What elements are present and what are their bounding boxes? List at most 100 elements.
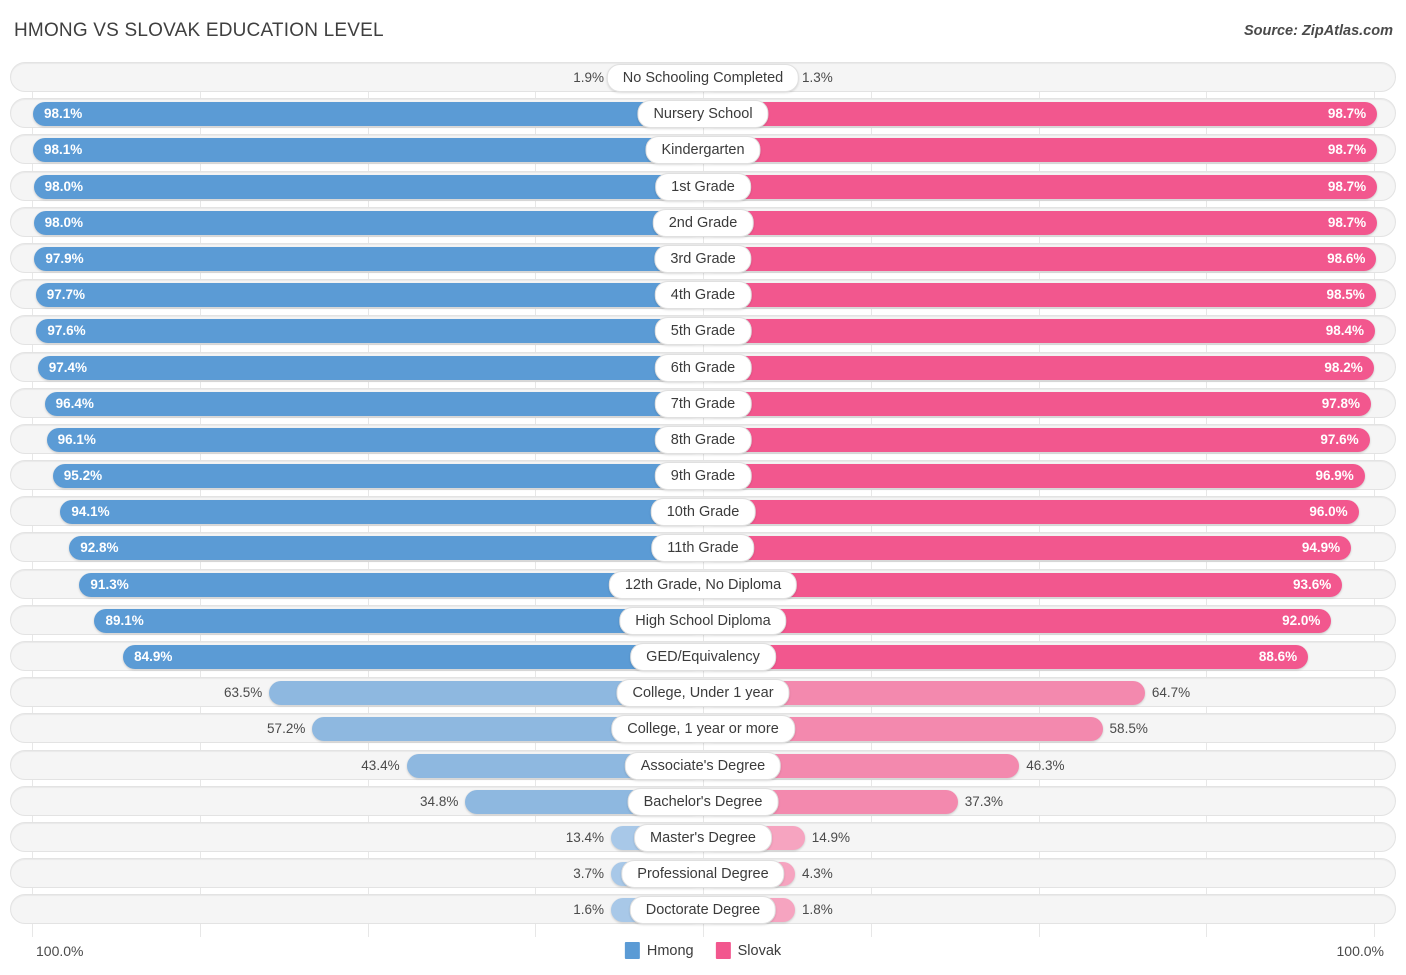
category-label[interactable]: Kindergarten: [645, 136, 761, 165]
legend-swatch-icon: [624, 942, 640, 959]
page-title: HMONG VS SLOVAK EDUCATION LEVEL: [14, 20, 384, 41]
chart-header: HMONG VS SLOVAK EDUCATION LEVEL Source: …: [0, 0, 1406, 58]
bar-value-hmong: 94.1%: [71, 504, 110, 520]
category-label[interactable]: Bachelor's Degree: [627, 787, 779, 816]
bar-hmong[interactable]: 89.1%: [94, 608, 703, 633]
legend-item-slovak[interactable]: Slovak: [715, 942, 782, 959]
bar-value-hmong: 98.1%: [43, 142, 83, 158]
bar-hmong[interactable]: 96.4%: [44, 391, 703, 416]
bar-hmong[interactable]: 95.2%: [52, 464, 703, 489]
bar-value-hmong: 97.9%: [45, 250, 84, 266]
bar-value-slovak: 93.6%: [1293, 576, 1332, 592]
bar-value-hmong: 91.3%: [90, 576, 129, 592]
bar-slovak[interactable]: 92.0%: [703, 608, 1332, 633]
bar-hmong[interactable]: 98.1%: [32, 138, 703, 163]
bar-hmong[interactable]: 98.0%: [33, 210, 703, 235]
bar-hmong[interactable]: 84.9%: [123, 645, 703, 669]
chart-row: 97.7% 98.5% 4th Grade: [0, 279, 1406, 310]
row-half-right: 14.9%: [703, 823, 1395, 853]
category-label[interactable]: 6th Grade: [654, 353, 752, 382]
category-label[interactable]: Master's Degree: [634, 823, 772, 852]
bar-slovak[interactable]: 93.6%: [703, 572, 1343, 597]
bar-value-slovak: 98.4%: [1325, 323, 1365, 339]
row-half-left: 96.1%: [11, 425, 703, 455]
category-label[interactable]: 5th Grade: [654, 317, 752, 346]
category-label[interactable]: Professional Degree: [621, 860, 785, 889]
row-half-right: 98.7%: [703, 208, 1395, 238]
row-half-left: 98.0%: [11, 208, 703, 238]
bar-slovak[interactable]: 96.9%: [703, 464, 1365, 489]
row-half-left: 57.2%: [11, 714, 703, 744]
category-label[interactable]: 11th Grade: [651, 534, 755, 563]
category-label[interactable]: 12th Grade, No Diploma: [608, 570, 798, 599]
chart-row: 98.0% 98.7% 2nd Grade: [0, 206, 1406, 238]
row-half-right: 98.2%: [703, 353, 1395, 383]
category-label[interactable]: 8th Grade: [654, 425, 752, 454]
category-label[interactable]: College, 1 year or more: [611, 715, 795, 744]
chart-row: 98.0% 98.7% 1st Grade: [0, 170, 1406, 201]
category-label[interactable]: No Schooling Completed: [606, 64, 800, 92]
bar-slovak[interactable]: 98.6%: [703, 246, 1377, 271]
row-half-right: 93.6%: [703, 570, 1395, 600]
bar-slovak[interactable]: 94.9%: [703, 536, 1352, 561]
chart-row: 95.2% 96.9% 9th Grade: [0, 460, 1406, 491]
category-label[interactable]: High School Diploma: [619, 606, 787, 635]
bar-hmong[interactable]: 97.9%: [34, 246, 703, 271]
bar-hmong[interactable]: 98.1%: [32, 102, 703, 127]
legend-label: Slovak: [737, 942, 782, 959]
bar-slovak[interactable]: 98.7%: [703, 138, 1378, 163]
bar-hmong[interactable]: 98.0%: [33, 174, 703, 199]
row-half-right: 4.3%: [703, 859, 1395, 889]
category-label[interactable]: 9th Grade: [654, 462, 752, 491]
bar-value-slovak: 88.6%: [1258, 649, 1298, 664]
category-label[interactable]: 4th Grade: [654, 281, 752, 310]
bar-value-slovak: 97.8%: [1321, 395, 1360, 411]
row-half-left: 34.8%: [11, 787, 703, 817]
category-label[interactable]: 3rd Grade: [654, 244, 752, 273]
row-half-right: 96.9%: [703, 461, 1395, 491]
category-label[interactable]: GED/Equivalency: [630, 643, 776, 671]
bar-slovak[interactable]: 97.6%: [703, 427, 1370, 452]
category-label[interactable]: 1st Grade: [655, 172, 751, 201]
bar-slovak[interactable]: 98.4%: [703, 319, 1376, 344]
category-label[interactable]: 10th Grade: [650, 498, 756, 527]
row-half-left: 91.3%: [11, 570, 703, 600]
bar-value-hmong: 3.7%: [573, 866, 604, 882]
legend-item-hmong[interactable]: Hmong: [624, 942, 694, 959]
bar-value-hmong: 98.0%: [44, 178, 83, 194]
chart-row: 97.6% 98.4% 5th Grade: [0, 315, 1406, 346]
bar-hmong[interactable]: 92.8%: [69, 536, 703, 561]
bar-value-slovak: 1.3%: [802, 70, 833, 85]
bar-slovak[interactable]: 98.5%: [703, 283, 1376, 308]
chart-row: 98.1% 98.7% Kindergarten: [0, 134, 1406, 165]
bar-hmong[interactable]: 97.7%: [35, 283, 703, 308]
bar-hmong[interactable]: 97.6%: [36, 319, 703, 344]
bar-slovak[interactable]: 96.0%: [703, 500, 1359, 525]
bar-hmong[interactable]: 97.4%: [37, 355, 703, 380]
row-half-left: 63.5%: [11, 678, 703, 708]
axis-label-right: 100.0%: [1336, 943, 1384, 959]
row-half-left: 98.1%: [11, 135, 703, 165]
bar-slovak[interactable]: 98.7%: [703, 210, 1378, 235]
bar-slovak[interactable]: 97.8%: [703, 391, 1371, 416]
row-half-right: 98.6%: [703, 244, 1395, 274]
row-half-right: 97.8%: [703, 389, 1395, 419]
row-half-right: 46.3%: [703, 751, 1395, 781]
bar-value-hmong: 1.6%: [573, 902, 604, 918]
bar-slovak[interactable]: 98.7%: [703, 174, 1378, 199]
bar-slovak[interactable]: 98.2%: [703, 355, 1374, 380]
category-label[interactable]: 2nd Grade: [652, 208, 754, 237]
bar-hmong[interactable]: 96.1%: [46, 427, 703, 452]
category-label[interactable]: Associate's Degree: [624, 751, 782, 780]
chart-row: 63.5% 64.7% College, Under 1 year: [0, 677, 1406, 708]
category-label[interactable]: 7th Grade: [654, 389, 752, 418]
bar-slovak[interactable]: 88.6%: [703, 645, 1309, 669]
bar-slovak[interactable]: 98.7%: [703, 102, 1378, 127]
category-label[interactable]: College, Under 1 year: [616, 679, 790, 708]
bar-value-hmong: 63.5%: [224, 685, 263, 701]
category-label[interactable]: Nursery School: [637, 100, 769, 129]
row-half-left: 95.2%: [11, 461, 703, 491]
category-label[interactable]: Doctorate Degree: [629, 896, 777, 925]
chart-row: 97.9% 98.6% 3rd Grade: [0, 242, 1406, 274]
bar-hmong[interactable]: 94.1%: [60, 500, 703, 525]
